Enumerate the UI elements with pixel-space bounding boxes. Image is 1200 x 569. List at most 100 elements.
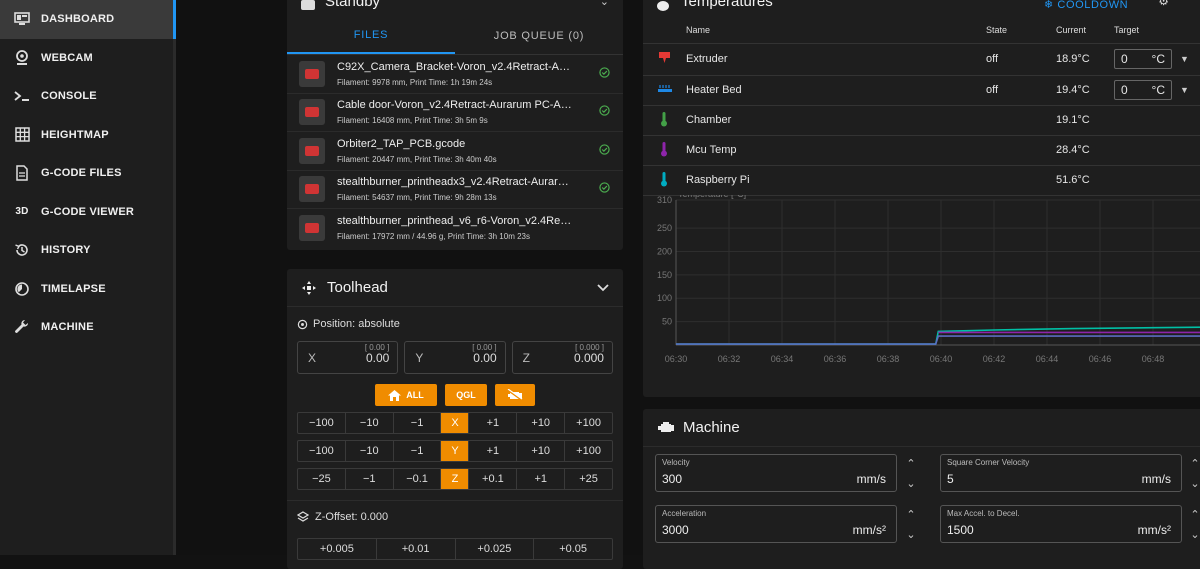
- sidebar-item-label: HEIGHTMAP: [41, 128, 109, 141]
- thermometer-icon: [643, 105, 686, 136]
- x-tick-label: 06:40: [930, 354, 953, 364]
- jog-button[interactable]: −1: [346, 469, 394, 489]
- target-input[interactable]: 0 °C: [1114, 80, 1172, 100]
- jog-button[interactable]: −100: [298, 413, 346, 433]
- sidebar-item-label: G-CODE FILES: [41, 167, 122, 180]
- sidebar: DASHBOARD WEBCAM CONSOLE HEIGHTMAP G-COD…: [0, 0, 176, 555]
- max-accel-to-decel-stepper[interactable]: ⌃ ⌄: [1188, 505, 1200, 545]
- velocity-stepper[interactable]: ⌃ ⌄: [904, 454, 918, 494]
- cooldown-button[interactable]: ❄ COOLDOWN: [1044, 0, 1128, 11]
- jog-button[interactable]: +100: [565, 413, 612, 433]
- list-item[interactable]: stealthburner_printhead_v6_r6-Voron_v2.4…: [287, 209, 623, 248]
- machine-header: Machine: [643, 409, 1200, 447]
- sidebar-item-gcode-files[interactable]: G-CODE FILES: [0, 154, 173, 193]
- jog-button[interactable]: +1: [469, 441, 518, 461]
- check-circle-icon: [599, 182, 623, 196]
- chevron-down-icon[interactable]: ▼: [1180, 85, 1189, 95]
- position-y-field[interactable]: [ 0.00 ] Y 0.00: [404, 341, 506, 374]
- jog-axis-y[interactable]: Y: [441, 441, 470, 461]
- list-item[interactable]: C92X_Camera_Bracket-Voron_v2.4Retract-Au…: [287, 55, 623, 94]
- z-offset-button[interactable]: +0.025: [456, 539, 535, 559]
- sidebar-item-webcam[interactable]: WEBCAM: [0, 39, 173, 78]
- jog-button[interactable]: −100: [298, 441, 346, 461]
- file-name: Cable door-Voron_v2.4Retract-Aurarum PC-…: [337, 99, 572, 112]
- file-list: C92X_Camera_Bracket-Voron_v2.4Retract-Au…: [287, 55, 623, 248]
- jog-button[interactable]: −25: [298, 469, 346, 489]
- list-item[interactable]: stealthburner_printheadx3_v2.4Retract-Au…: [287, 171, 623, 209]
- jog-button[interactable]: +100: [565, 441, 612, 461]
- col-state: State: [986, 25, 1008, 35]
- extruder-icon: [643, 44, 686, 76]
- jog-row-y: −100 −10 −1 Y +1 +10 +100: [297, 440, 613, 462]
- chevron-down-icon[interactable]: ⌄: [600, 0, 609, 8]
- jog-button[interactable]: −0.1: [394, 469, 442, 489]
- position-z-field[interactable]: [ 0.000 ] Z 0.000: [511, 341, 613, 374]
- sidebar-item-label: WEBCAM: [41, 51, 93, 64]
- sensor-current: 19.4°C: [1056, 75, 1114, 106]
- motors-off-button[interactable]: [495, 384, 535, 406]
- sidebar-item-machine[interactable]: MACHINE: [0, 308, 173, 347]
- tab-files[interactable]: FILES: [287, 17, 455, 54]
- z-offset-buttons: +0.005 +0.01 +0.025 +0.05: [297, 538, 613, 560]
- jog-button[interactable]: +0.1: [469, 469, 518, 489]
- engine-icon: [657, 421, 675, 435]
- jog-button[interactable]: +10: [517, 413, 566, 433]
- file-document-icon: [13, 164, 31, 182]
- jog-axis-x[interactable]: X: [441, 413, 470, 433]
- jog-button[interactable]: +10: [517, 441, 566, 461]
- x-tick-label: 06:46: [1089, 354, 1112, 364]
- standby-title: Standby: [325, 0, 381, 10]
- sensor-state: off: [986, 75, 1056, 106]
- chevron-down-icon[interactable]: ▼: [1180, 54, 1189, 64]
- z-offset-button[interactable]: +0.01: [377, 539, 456, 559]
- chevron-down-icon[interactable]: [597, 283, 609, 292]
- y-axis-label: Temperature [°C]: [678, 195, 746, 199]
- check-circle-icon: [599, 67, 623, 81]
- jog-row-x: −100 −10 −1 X +1 +10 +100: [297, 412, 613, 434]
- sidebar-item-console[interactable]: CONSOLE: [0, 77, 173, 116]
- file-name: Orbiter2_TAP_PCB.gcode: [337, 137, 466, 150]
- velocity-field[interactable]: Velocity 300 mm/s: [655, 454, 897, 492]
- list-item[interactable]: Cable door-Voron_v2.4Retract-Aurarum PC-…: [287, 94, 623, 132]
- sidebar-item-timelapse[interactable]: TIMELAPSE: [0, 270, 173, 309]
- target-input[interactable]: 0 °C: [1114, 49, 1172, 70]
- home-buttons: ALL QGL: [287, 384, 623, 406]
- qgl-button[interactable]: QGL: [445, 384, 487, 406]
- jog-button[interactable]: −10: [346, 413, 394, 433]
- square-corner-velocity-stepper[interactable]: ⌃ ⌄: [1188, 454, 1200, 494]
- jog-button[interactable]: +1: [469, 413, 518, 433]
- jog-button[interactable]: +1: [517, 469, 566, 489]
- chevron-down-icon: ⌄: [1190, 478, 1200, 490]
- max-accel-to-decel-field[interactable]: Max Accel. to Decel. 1500 mm/s²: [940, 505, 1182, 543]
- sensor-current: 28.4°C: [1056, 135, 1114, 166]
- x-tick-label: 06:48: [1142, 354, 1165, 364]
- grid-icon: [13, 126, 31, 144]
- file-info: Filament: 17972 mm / 44.96 g, Print Time…: [337, 232, 530, 242]
- z-offset-button[interactable]: +0.005: [298, 539, 377, 559]
- jog-button[interactable]: +25: [565, 469, 612, 489]
- sensor-name: Raspberry Pi: [686, 165, 986, 196]
- tab-job-queue[interactable]: JOB QUEUE (0): [455, 17, 623, 54]
- y-tick-label: 150: [657, 270, 672, 280]
- z-offset-button[interactable]: +0.05: [534, 539, 612, 559]
- home-all-button[interactable]: ALL: [375, 384, 437, 406]
- jog-button[interactable]: −1: [394, 413, 442, 433]
- sidebar-item-heightmap[interactable]: HEIGHTMAP: [0, 116, 173, 155]
- position-x-field[interactable]: [ 0.00 ] X 0.00: [297, 341, 399, 374]
- y-tick-label: 100: [657, 293, 672, 303]
- list-item[interactable]: Orbiter2_TAP_PCB.gcode Filament: 20447 mm…: [287, 132, 623, 171]
- acceleration-stepper[interactable]: ⌃ ⌄: [904, 505, 918, 545]
- thermometer-icon: [657, 1, 669, 11]
- sidebar-item-dashboard[interactable]: DASHBOARD: [0, 0, 176, 39]
- jog-row-z: −25 −1 −0.1 Z +0.1 +1 +25: [297, 468, 613, 490]
- square-corner-velocity-field[interactable]: Square Corner Velocity 5 mm/s: [940, 454, 1182, 492]
- jog-axis-z[interactable]: Z: [441, 469, 470, 489]
- acceleration-field[interactable]: Acceleration 3000 mm/s²: [655, 505, 897, 543]
- file-thumbnail: [299, 99, 325, 126]
- chevron-up-icon: ⌃: [1190, 509, 1200, 521]
- jog-button[interactable]: −10: [346, 441, 394, 461]
- sidebar-item-history[interactable]: HISTORY: [0, 231, 173, 270]
- jog-button[interactable]: −1: [394, 441, 442, 461]
- sidebar-item-gcode-viewer[interactable]: 3D G-CODE VIEWER: [0, 193, 173, 232]
- gear-icon[interactable]: ⚙: [1158, 0, 1169, 8]
